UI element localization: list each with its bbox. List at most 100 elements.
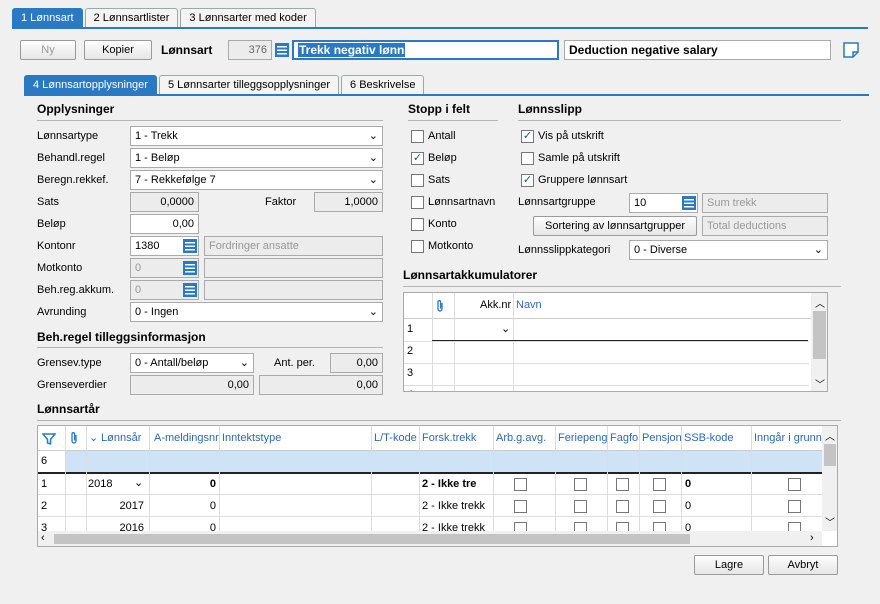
stopp-sats-checkbox[interactable]	[411, 174, 424, 187]
tab-lonnsartopplysninger[interactable]: 4 Lønnsartopplysninger	[24, 75, 157, 95]
tab-lonnsart[interactable]: 1 Lønnsart	[12, 8, 83, 28]
cancel-button[interactable]: Avbryt	[768, 555, 838, 575]
row-fagfo-checkbox[interactable]	[616, 500, 629, 513]
behandl-select[interactable]: 1 - Beløp ⌄	[130, 148, 383, 168]
motkonto-description	[204, 258, 383, 278]
row-year[interactable]: 2018	[88, 478, 112, 490]
tab-lonnsarter-tilleggsopplysninger[interactable]: 5 Lønnsarter tilleggsopplysninger	[158, 75, 340, 95]
col-feriepeng[interactable]: Feriepeng	[558, 432, 608, 444]
akk-row-num: 2	[407, 345, 414, 357]
chevron-down-icon[interactable]: ⌄	[134, 476, 143, 489]
lonnsartar-vscroll[interactable]: ︿ ﹀	[822, 426, 837, 531]
akkumulatorer-title: Lønnsartakkumulatorer	[403, 268, 538, 282]
filter-icon[interactable]	[42, 432, 56, 446]
antper-field: 0,00	[330, 353, 383, 373]
note-icon[interactable]	[842, 41, 860, 59]
new-button[interactable]: Ny	[20, 40, 76, 60]
kategori-label: Lønnsslippkategori	[518, 244, 611, 256]
lonnsartype-value: 1 - Trekk	[135, 130, 178, 142]
vscroll-thumb[interactable]	[824, 444, 836, 466]
col-inngar[interactable]: Inngår i grunn	[754, 432, 822, 444]
belop-field[interactable]: 0,00	[130, 214, 199, 234]
vis-pa-utskrift-label: Vis på utskrift	[538, 130, 604, 142]
chevron-up-icon[interactable]: ︿	[815, 295, 825, 310]
sort-chevron-icon[interactable]: ⌄	[89, 431, 98, 444]
row-fagfo-checkbox[interactable]	[616, 478, 629, 491]
row-arbgavg-checkbox[interactable]	[514, 478, 527, 491]
col-forsktrekk[interactable]: Forsk.trekk	[422, 432, 476, 444]
lookup-list-icon[interactable]	[274, 42, 290, 58]
new-row[interactable]	[65, 451, 822, 472]
row-forsktrekk[interactable]: 2 - Ikke tre	[422, 478, 476, 490]
akk-row-num: 3	[407, 367, 414, 379]
sortering-button[interactable]: Sortering av lønnsartgrupper	[533, 216, 697, 236]
beregn-select[interactable]: 7 - Rekkefølge 7 ⌄	[130, 170, 383, 190]
col-arbgavg[interactable]: Arb.g.avg.	[496, 432, 546, 444]
col-pensjon[interactable]: Pensjon	[642, 432, 682, 444]
lookup-list-icon[interactable]	[182, 238, 198, 254]
col-amelding[interactable]: A-meldingsnr	[154, 432, 219, 444]
grensev-select[interactable]: 0 - Antall/beløp ⌄	[130, 353, 254, 373]
kategori-select[interactable]: 0 - Diverse ⌄	[629, 240, 828, 260]
lonnsartar-hscroll[interactable]: ‹ ›	[38, 531, 822, 546]
grid-vline	[419, 426, 420, 534]
row-inngar-checkbox[interactable]	[788, 500, 801, 513]
gruppere-lonnsart-checkbox[interactable]: ✓	[521, 174, 534, 187]
col-lonnsar[interactable]: Lønnsår	[101, 432, 141, 444]
stopp-sats-label: Sats	[428, 174, 451, 186]
tab-lonnsartlister[interactable]: 2 Lønnsartlister	[84, 8, 179, 28]
active-row-line	[38, 472, 822, 474]
col-ltkode[interactable]: L/T-kode	[374, 432, 417, 444]
chevron-down-icon[interactable]: ﹀	[815, 376, 825, 391]
hscroll-thumb[interactable]	[54, 534, 690, 544]
akk-scrollbar[interactable]: ︿ ﹀	[811, 293, 827, 391]
lookup-list-icon[interactable]	[681, 195, 697, 211]
row-amelding[interactable]: 0	[150, 500, 216, 512]
grid-vline	[65, 426, 66, 534]
row-pensjon-checkbox[interactable]	[653, 478, 666, 491]
row-pensjon-checkbox[interactable]	[653, 500, 666, 513]
stopp-konto-checkbox[interactable]	[411, 218, 424, 231]
chevron-down-icon: ⌄	[813, 244, 823, 256]
col-inntektstype[interactable]: Inntektstype	[222, 432, 281, 444]
copy-button[interactable]: Kopier	[84, 40, 152, 60]
avrunding-select[interactable]: 0 - Ingen ⌄	[130, 302, 383, 322]
chevron-down-icon[interactable]: ⌄	[501, 322, 510, 335]
lonnsartype-select[interactable]: 1 - Trekk ⌄	[130, 126, 383, 146]
chevron-right-icon[interactable]: ›	[810, 532, 814, 544]
lookup-list-icon[interactable]	[182, 282, 198, 298]
vis-pa-utskrift-checkbox[interactable]: ✓	[521, 130, 534, 143]
col-fagfo[interactable]: Fagfo	[610, 432, 638, 444]
row-ssbkode[interactable]: 0	[685, 500, 691, 512]
stopp-belop-checkbox[interactable]: ✓	[411, 152, 424, 165]
samle-pa-utskrift-checkbox[interactable]	[521, 152, 534, 165]
row-amelding[interactable]: 0	[150, 478, 216, 490]
beregn-label: Beregn.rekkef.	[37, 174, 109, 186]
row-ssbkode[interactable]: 0	[685, 478, 691, 490]
row-year[interactable]: 2017	[88, 500, 144, 512]
row-inngar-checkbox[interactable]	[788, 478, 801, 491]
save-button[interactable]: Lagre	[694, 555, 764, 575]
stopp-antall-checkbox[interactable]	[411, 130, 424, 143]
akk-row-num: 1	[407, 323, 414, 335]
behreg-value: 0	[135, 284, 142, 296]
col-ssbkode[interactable]: SSB-kode	[684, 432, 734, 444]
lookup-list-icon[interactable]	[182, 260, 198, 276]
tab-beskrivelse[interactable]: 6 Beskrivelse	[341, 75, 425, 95]
akk-vline	[432, 293, 433, 391]
chevron-down-icon[interactable]: ﹀	[825, 514, 835, 529]
chevron-up-icon[interactable]: ︿	[825, 428, 835, 443]
stopp-lonnsartnavn-checkbox[interactable]	[411, 196, 424, 209]
chevron-down-icon: ⌄	[368, 130, 378, 142]
row-feriepeng-checkbox[interactable]	[574, 478, 587, 491]
row-arbgavg-checkbox[interactable]	[514, 500, 527, 513]
chevron-left-icon[interactable]: ‹	[41, 532, 45, 544]
row-feriepeng-checkbox[interactable]	[574, 500, 587, 513]
akk-scroll-thumb[interactable]	[813, 311, 826, 359]
tab-lonnsarter-med-koder[interactable]: 3 Lønnsarter med koder	[180, 8, 316, 28]
row-forsktrekk[interactable]: 2 - Ikke trekk	[422, 500, 485, 512]
grid-vline	[681, 426, 682, 534]
english-name-field[interactable]: Deduction negative salary	[564, 40, 831, 60]
stopp-motkonto-checkbox[interactable]	[411, 240, 424, 253]
name-field[interactable]: Trekk negativ lønn	[292, 40, 559, 60]
